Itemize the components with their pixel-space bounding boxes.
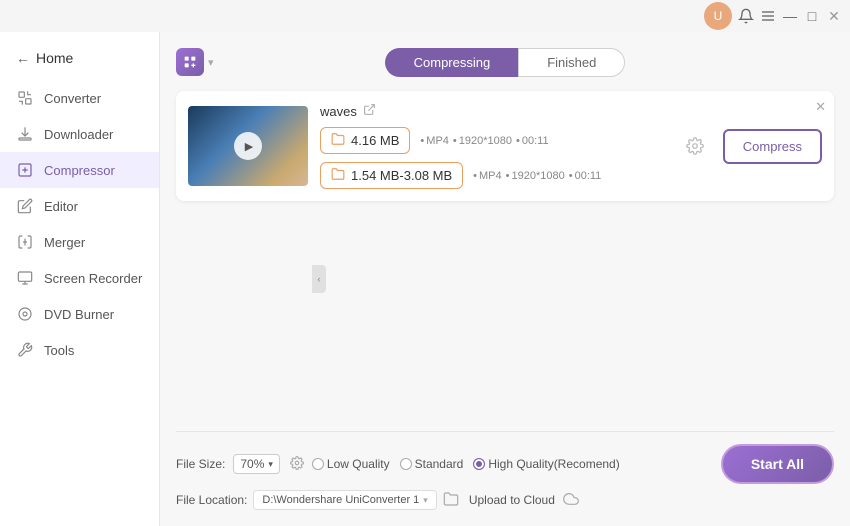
- quality-gear-icon[interactable]: [290, 456, 304, 473]
- compressed-duration: • 00:11: [569, 170, 602, 182]
- original-duration: • 00:11: [516, 135, 549, 147]
- original-folder-icon: [331, 132, 345, 149]
- logo-dropdown-icon[interactable]: ▾: [208, 56, 214, 69]
- sidebar-item-downloader[interactable]: Downloader: [0, 116, 159, 152]
- original-resolution: • 1920*1080: [453, 135, 512, 147]
- app-body: ← Home Converter Downloader: [0, 32, 850, 526]
- collapse-sidebar-button[interactable]: ‹: [312, 265, 326, 293]
- quality-standard-label: Standard: [415, 457, 464, 471]
- file-size-select[interactable]: 70% ▾: [233, 454, 280, 474]
- upload-to-cloud-label[interactable]: Upload to Cloud: [469, 493, 555, 507]
- tabs-container: Compressing Finished: [176, 48, 834, 77]
- home-label: Home: [36, 50, 73, 66]
- bell-icon[interactable]: [738, 8, 754, 24]
- sidebar-item-compressor[interactable]: Compressor: [0, 152, 159, 188]
- bottom-bar: File Size: 70% ▾ Low Quality: [176, 431, 834, 510]
- menu-icon[interactable]: [760, 8, 776, 24]
- sidebar: ← Home Converter Downloader: [0, 32, 160, 526]
- compressed-size-row: 1.54 MB-3.08 MB • MP4 • 1920*1080 • 00:1…: [320, 162, 667, 189]
- editor-icon: [16, 197, 34, 215]
- original-size-box: 4.16 MB: [320, 127, 410, 154]
- location-dropdown-icon: ▾: [423, 495, 428, 506]
- location-row: File Location: D:\Wondershare UniConvert…: [176, 490, 834, 510]
- compressed-resolution: • 1920*1080: [506, 170, 565, 182]
- start-all-button[interactable]: Start All: [721, 444, 834, 484]
- quality-row: File Size: 70% ▾ Low Quality: [176, 444, 834, 484]
- compressed-folder-icon: [331, 167, 345, 184]
- open-file-icon[interactable]: [363, 103, 376, 119]
- original-meta: • MP4 • 1920*1080 • 00:11: [420, 135, 548, 147]
- file-size-value: 70%: [240, 457, 264, 471]
- tab-compressing[interactable]: Compressing: [385, 48, 519, 77]
- titlebar: U — □ ✕: [0, 0, 850, 32]
- sidebar-item-merger[interactable]: Merger: [0, 224, 159, 260]
- compressed-size-box: 1.54 MB-3.08 MB: [320, 162, 463, 189]
- quality-low-radio[interactable]: [312, 458, 324, 470]
- sidebar-item-dvd-burner[interactable]: DVD Burner: [0, 296, 159, 332]
- sidebar-item-tools[interactable]: Tools: [0, 332, 159, 368]
- converter-label: Converter: [44, 91, 101, 106]
- file-card: ✕ ▶ waves: [176, 91, 834, 201]
- original-format: • MP4: [420, 135, 448, 147]
- file-name-row: waves: [320, 103, 667, 119]
- app-logo-area: ▾: [176, 48, 214, 76]
- play-button[interactable]: ▶: [234, 132, 262, 160]
- dvd-burner-icon: [16, 305, 34, 323]
- quality-options: Low Quality Standard High Quality(Recome…: [312, 457, 620, 471]
- minimize-button[interactable]: —: [782, 8, 798, 24]
- back-icon: ←: [16, 50, 30, 66]
- file-info: waves: [320, 103, 667, 189]
- merger-label: Merger: [44, 235, 85, 250]
- converter-icon: [16, 89, 34, 107]
- quality-high[interactable]: High Quality(Recomend): [473, 457, 619, 471]
- quality-low[interactable]: Low Quality: [312, 457, 390, 471]
- sidebar-item-editor[interactable]: Editor: [0, 188, 159, 224]
- screen-recorder-icon: [16, 269, 34, 287]
- merger-icon: [16, 233, 34, 251]
- screen-recorder-label: Screen Recorder: [44, 271, 142, 286]
- folder-browse-icon[interactable]: [443, 491, 459, 510]
- file-name: waves: [320, 104, 357, 119]
- tab-compressing-label: Compressing: [414, 55, 491, 70]
- compressed-size-value: 1.54 MB-3.08 MB: [351, 168, 452, 183]
- maximize-button[interactable]: □: [804, 8, 820, 24]
- cloud-icon: [563, 491, 579, 510]
- file-card-close-button[interactable]: ✕: [815, 99, 826, 115]
- quality-standard[interactable]: Standard: [400, 457, 464, 471]
- compress-button[interactable]: Compress: [723, 129, 822, 164]
- downloader-icon: [16, 125, 34, 143]
- app-logo-icon: [176, 48, 204, 76]
- original-size-value: 4.16 MB: [351, 133, 399, 148]
- compressor-label: Compressor: [44, 163, 115, 178]
- dropdown-chevron-icon: ▾: [268, 459, 273, 470]
- quality-standard-radio[interactable]: [400, 458, 412, 470]
- start-all-area: Start All: [721, 444, 834, 484]
- tools-label: Tools: [44, 343, 74, 358]
- location-path-value: D:\Wondershare UniConverter 1: [262, 494, 419, 506]
- quality-low-label: Low Quality: [327, 457, 390, 471]
- settings-button[interactable]: [679, 130, 711, 162]
- tab-finished-label: Finished: [547, 55, 596, 70]
- size-comparison-row: 4.16 MB • MP4 • 1920*1080 • 00:11: [320, 127, 667, 154]
- tools-icon: [16, 341, 34, 359]
- quality-high-radio[interactable]: [473, 458, 485, 470]
- file-location-label: File Location:: [176, 493, 247, 507]
- main-content: ▾ Compressing Finished ✕ ▶ waves: [160, 32, 850, 526]
- location-path[interactable]: D:\Wondershare UniConverter 1 ▾: [253, 490, 436, 510]
- dvd-burner-label: DVD Burner: [44, 307, 114, 322]
- sidebar-home[interactable]: ← Home: [0, 42, 159, 74]
- sidebar-item-screen-recorder[interactable]: Screen Recorder: [0, 260, 159, 296]
- video-thumbnail[interactable]: ▶: [188, 106, 308, 186]
- sidebar-item-converter[interactable]: Converter: [0, 80, 159, 116]
- close-button[interactable]: ✕: [826, 8, 842, 24]
- compressed-meta: • MP4 • 1920*1080 • 00:11: [473, 170, 601, 182]
- quality-high-label: High Quality(Recomend): [488, 457, 619, 471]
- file-size-label: File Size:: [176, 457, 225, 471]
- user-avatar[interactable]: U: [704, 2, 732, 30]
- tab-finished[interactable]: Finished: [518, 48, 625, 77]
- compressor-icon: [16, 161, 34, 179]
- editor-label: Editor: [44, 199, 78, 214]
- compressed-format: • MP4: [473, 170, 501, 182]
- downloader-label: Downloader: [44, 127, 113, 142]
